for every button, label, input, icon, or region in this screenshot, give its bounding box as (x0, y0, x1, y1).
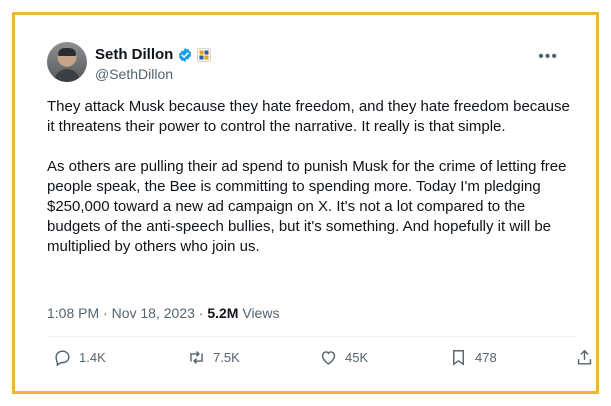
heart-icon (321, 351, 336, 365)
repost-button[interactable]: 7.5K (187, 348, 240, 367)
tweet-text: They attack Musk because they hate freed… (47, 97, 575, 277)
bookmark-button[interactable]: 478 (449, 348, 497, 367)
tweet-meta: 1:08 PM · Nov 18, 2023 · 5.2M Views (47, 305, 279, 321)
meta-separator: · (103, 305, 108, 321)
views-count: 5.2M (207, 305, 239, 321)
reply-count: 1.4K (79, 350, 106, 365)
share-button[interactable] (575, 348, 594, 367)
author-handle[interactable]: @SethDillon (95, 66, 173, 82)
action-bar: 1.4K 7.5K 45K 478 (47, 348, 592, 374)
meta-separator: · (198, 305, 204, 321)
author-name-row: Seth Dillon (95, 46, 212, 63)
share-icon (577, 349, 592, 365)
bookmark-count: 478 (475, 350, 497, 365)
tweet-card-frame: Seth Dillon @SethDillon ••• They attack … (12, 12, 599, 394)
like-count: 45K (345, 350, 369, 365)
reply-icon (55, 350, 70, 367)
avatar-shirt (54, 69, 80, 82)
reply-button[interactable]: 1.4K (53, 348, 106, 367)
divider (47, 336, 576, 337)
author-name[interactable]: Seth Dillon (95, 46, 173, 63)
avatar[interactable] (47, 42, 87, 82)
more-icon[interactable]: ••• (538, 48, 558, 66)
tweet: Seth Dillon @SethDillon ••• They attack … (15, 15, 596, 391)
verified-badge-icon[interactable] (177, 47, 193, 63)
tweet-paragraph: As others are pulling their ad spend to … (47, 158, 567, 255)
affiliate-badge-icon[interactable] (197, 47, 212, 62)
repost-count: 7.5K (213, 350, 240, 365)
like-button[interactable]: 45K (319, 348, 368, 367)
avatar-cap (58, 48, 76, 56)
tweet-date[interactable]: Nov 18, 2023 (112, 305, 195, 321)
tweet-time[interactable]: 1:08 PM (47, 305, 99, 321)
repost-icon (190, 351, 203, 364)
bookmark-icon (453, 350, 464, 366)
views-label: Views (242, 305, 280, 321)
tweet-paragraph: They attack Musk because they hate freed… (47, 98, 570, 135)
